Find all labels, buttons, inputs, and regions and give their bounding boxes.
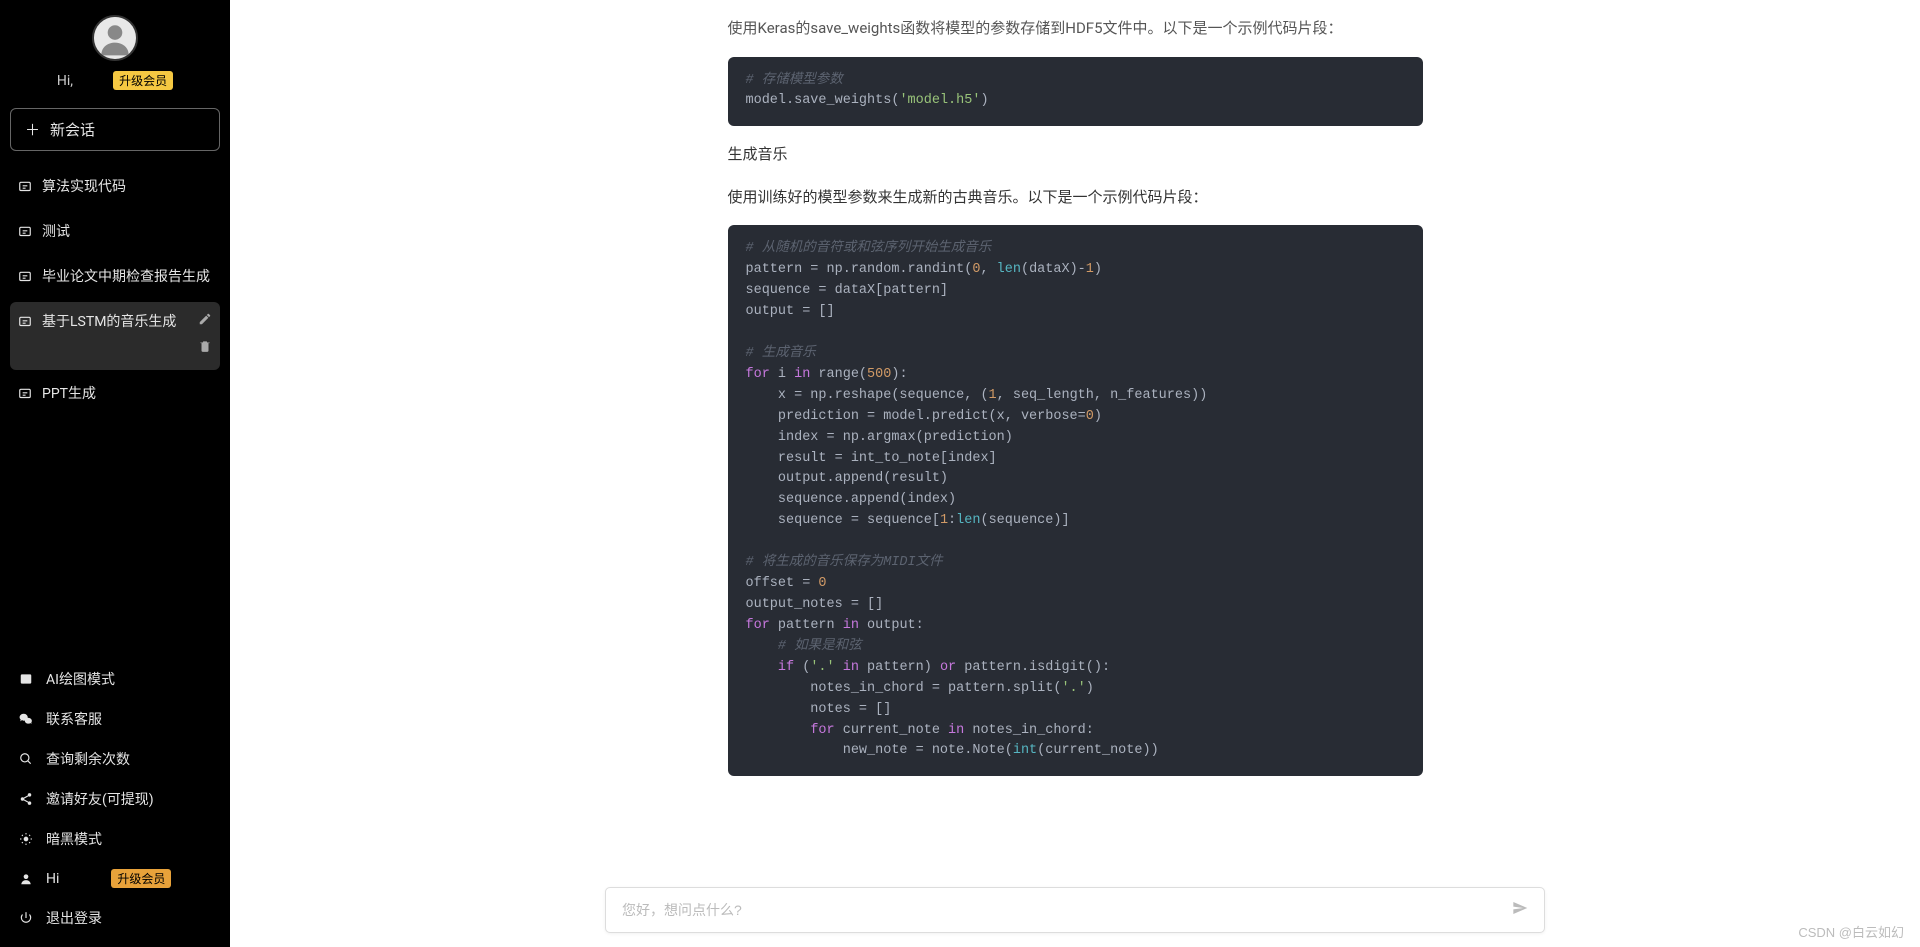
query-remaining[interactable]: 查询剩余次数 [10, 740, 220, 778]
chat-icon [18, 225, 32, 239]
chat-icon [18, 270, 32, 284]
tool-section: AI绘图模式 联系客服 查询剩余次数 邀请好友(可提现) 暗黑模式 Hi [10, 660, 220, 937]
edit-icon[interactable] [198, 312, 212, 333]
greeting-row: Hi, 升级会员 [57, 71, 173, 90]
profile-block: Hi, 升级会员 [10, 15, 220, 90]
user-prefix: Hi [46, 871, 59, 887]
paragraph-partial: 使用Keras的save_weights函数将模型的参数存储到HDF5文件中。以… [728, 14, 1423, 43]
conversation-item[interactable]: 算法实现代码 [10, 167, 220, 208]
sun-icon [18, 832, 34, 846]
code-block-save-weights: # 存储模型参数 model.save_weights('model.h5') [728, 57, 1423, 127]
user-row[interactable]: Hi 升级会员 [10, 860, 220, 897]
conversation-label: 测试 [42, 222, 212, 243]
section-heading-generate: 生成音乐 [728, 140, 1423, 169]
conversation-label: PPT生成 [42, 384, 212, 405]
chat-icon [18, 180, 32, 194]
delete-icon[interactable] [198, 339, 212, 360]
username-redacted [71, 873, 99, 885]
greeting-prefix: Hi, [57, 73, 73, 89]
conversation-item-active[interactable]: 基于LSTM的音乐生成 [10, 302, 220, 370]
new-chat-button[interactable]: ＋ 新会话 [10, 108, 220, 151]
tool-label: 退出登录 [46, 908, 102, 928]
chat-icon [18, 315, 32, 329]
tool-label: 邀请好友(可提现) [46, 789, 154, 809]
contact-support[interactable]: 联系客服 [10, 700, 220, 738]
invite-friends[interactable]: 邀请好友(可提现) [10, 780, 220, 818]
ai-draw-mode[interactable]: AI绘图模式 [10, 660, 220, 698]
conversation-label: 毕业论文中期检查报告生成 [42, 267, 212, 288]
conversation-list: 算法实现代码 测试 毕业论文中期检查报告生成 基于LSTM的音乐生成 P [10, 167, 220, 415]
conversation-item[interactable]: 测试 [10, 212, 220, 253]
chat-icon [18, 387, 32, 401]
conversation-actions [198, 312, 212, 360]
upgrade-badge[interactable]: 升级会员 [113, 71, 173, 90]
username-redacted [79, 75, 107, 87]
conversation-item[interactable]: 毕业论文中期检查报告生成 [10, 257, 220, 298]
wechat-icon [18, 712, 34, 726]
sidebar: Hi, 升级会员 ＋ 新会话 算法实现代码 测试 毕业论文中期检查报告生成 [0, 0, 230, 947]
watermark: CSDN @白云如幻 [1798, 922, 1904, 941]
main-content: 使用Keras的save_weights函数将模型的参数存储到HDF5文件中。以… [230, 0, 1920, 947]
search-icon [18, 752, 34, 766]
send-icon[interactable] [1512, 900, 1528, 920]
paragraph-generate-desc: 使用训练好的模型参数来生成新的古典音乐。以下是一个示例代码片段： [728, 183, 1423, 212]
tool-label: 联系客服 [46, 709, 102, 729]
avatar[interactable] [92, 15, 138, 61]
user-icon [18, 872, 34, 886]
power-icon [18, 911, 34, 925]
logout[interactable]: 退出登录 [10, 899, 220, 937]
tool-label: AI绘图模式 [46, 669, 115, 689]
upgrade-badge-small[interactable]: 升级会员 [111, 869, 171, 888]
tool-label: 暗黑模式 [46, 829, 102, 849]
assistant-message: 使用Keras的save_weights函数将模型的参数存储到HDF5文件中。以… [728, 14, 1423, 776]
conversation-label: 基于LSTM的音乐生成 [42, 312, 188, 333]
share-icon [18, 792, 34, 806]
tool-label: 查询剩余次数 [46, 749, 130, 769]
conversation-item[interactable]: PPT生成 [10, 374, 220, 415]
image-icon [18, 672, 34, 686]
code-block-generate-music: # 从随机的音符或和弦序列开始生成音乐 pattern = np.random.… [728, 225, 1423, 776]
plus-icon: ＋ [25, 119, 40, 140]
new-chat-label: 新会话 [50, 119, 95, 140]
chat-input-bar [605, 887, 1545, 933]
chat-scroll-area[interactable]: 使用Keras的save_weights函数将模型的参数存储到HDF5文件中。以… [230, 0, 1920, 947]
chat-input[interactable] [622, 902, 1512, 918]
dark-mode-toggle[interactable]: 暗黑模式 [10, 820, 220, 858]
conversation-label: 算法实现代码 [42, 177, 212, 198]
